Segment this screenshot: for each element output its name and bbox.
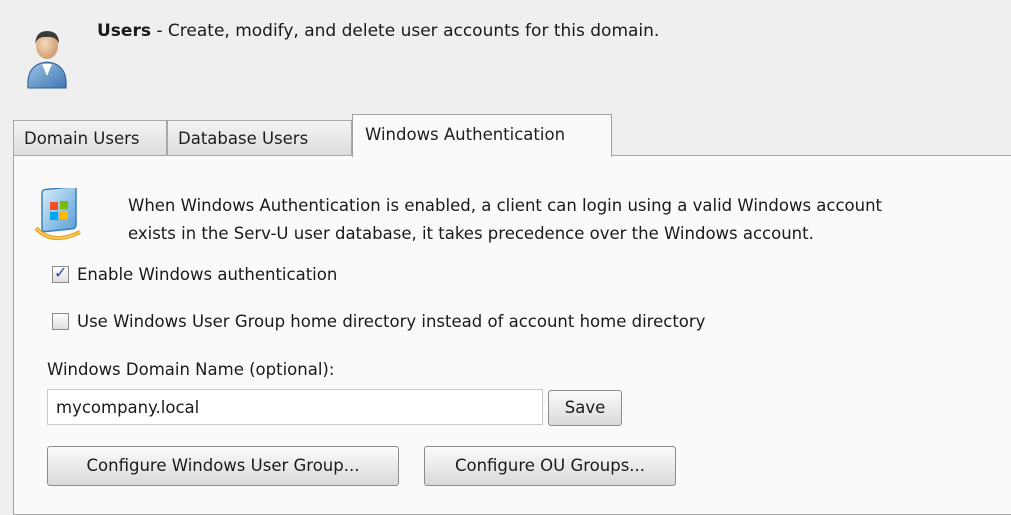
- use-group-home-dir-checkbox[interactable]: [52, 313, 69, 330]
- checkmark-icon: ✓: [54, 263, 68, 282]
- description-line-1: When Windows Authentication is enabled, …: [128, 196, 883, 215]
- domain-name-input[interactable]: [47, 389, 543, 425]
- use-group-home-dir-label: Use Windows User Group home directory in…: [77, 312, 706, 331]
- description-line-2: exists in the Serv-U user database, it t…: [128, 224, 814, 243]
- header-text: Users - Create, modify, and delete user …: [97, 21, 659, 41]
- user-icon: [27, 31, 67, 89]
- tab-bar: Domain Users Database Users Windows Auth…: [13, 112, 1011, 157]
- use-group-home-dir-row[interactable]: Use Windows User Group home directory in…: [52, 312, 705, 331]
- save-button[interactable]: Save: [548, 390, 622, 426]
- domain-name-label: Windows Domain Name (optional):: [47, 360, 335, 379]
- tab-domain-users[interactable]: Domain Users: [13, 120, 167, 156]
- configure-windows-user-group-button[interactable]: Configure Windows User Group...: [47, 446, 399, 486]
- header-title: Users: [97, 21, 151, 41]
- enable-windows-auth-row[interactable]: ✓ Enable Windows authentication: [52, 263, 338, 284]
- enable-windows-auth-label: Enable Windows authentication: [77, 265, 338, 284]
- windows-logo-icon: [34, 188, 81, 240]
- tab-windows-authentication[interactable]: Windows Authentication: [352, 114, 612, 157]
- tab-database-users[interactable]: Database Users: [167, 120, 352, 156]
- page-header: Users - Create, modify, and delete user …: [0, 0, 1011, 112]
- header-description: - Create, modify, and delete user accoun…: [150, 21, 660, 41]
- windows-auth-description: When Windows Authentication is enabled, …: [128, 192, 882, 248]
- enable-windows-auth-checkbox[interactable]: ✓: [52, 263, 69, 283]
- configure-ou-groups-button[interactable]: Configure OU Groups...: [424, 446, 676, 486]
